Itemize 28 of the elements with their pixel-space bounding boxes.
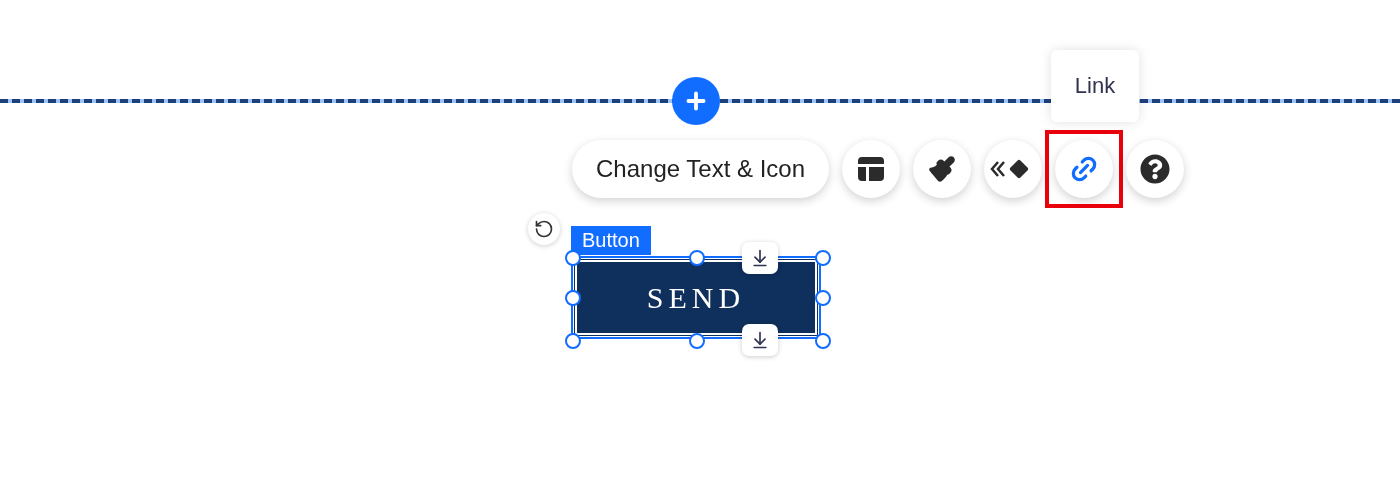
resize-handle[interactable]	[815, 333, 831, 349]
resize-handle[interactable]	[565, 333, 581, 349]
add-section-button[interactable]	[672, 77, 720, 125]
layout-icon	[858, 157, 885, 181]
stretch-button[interactable]	[742, 324, 778, 356]
paintbrush-icon	[928, 155, 957, 183]
change-text-button[interactable]: Change Text & Icon	[572, 140, 830, 198]
resize-handle[interactable]	[689, 333, 705, 349]
help-icon	[1140, 154, 1171, 184]
tooltip: Link	[1051, 50, 1139, 122]
download-icon	[750, 248, 770, 268]
link-button[interactable]	[1055, 140, 1114, 198]
resize-handle[interactable]	[565, 250, 581, 266]
selection-frame[interactable]: SEND	[571, 256, 821, 339]
layout-button[interactable]	[842, 140, 901, 198]
resize-handle[interactable]	[565, 290, 581, 306]
animation-button[interactable]	[984, 140, 1043, 198]
resize-handle[interactable]	[815, 290, 831, 306]
help-button[interactable]	[1126, 140, 1185, 198]
element-tag: Button	[571, 226, 651, 255]
resize-handle[interactable]	[689, 250, 705, 266]
rotate-button[interactable]	[528, 213, 560, 245]
download-icon	[750, 330, 770, 350]
stretch-button[interactable]	[742, 242, 778, 274]
resize-handle[interactable]	[815, 250, 831, 266]
send-button[interactable]: SEND	[577, 262, 815, 333]
design-button[interactable]	[913, 140, 972, 198]
rotate-icon	[534, 219, 554, 239]
